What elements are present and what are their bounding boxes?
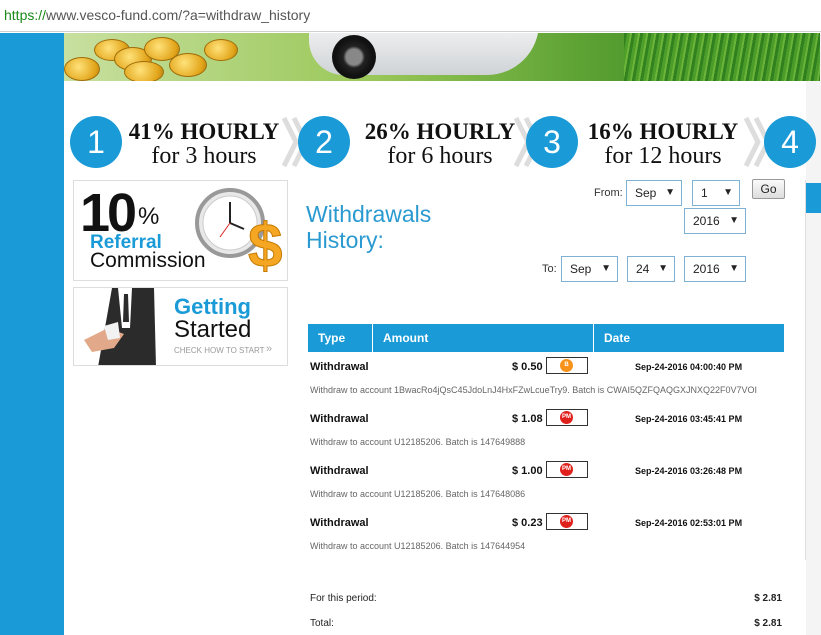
- period-total-label: For this period:: [310, 593, 377, 604]
- row-amount: $ 1.08: [512, 413, 543, 425]
- from-year-value: 2016: [693, 214, 720, 228]
- row-date: Sep-24-2016 03:26:48 PM: [635, 466, 743, 476]
- page-title: Withdrawals History:: [306, 201, 431, 253]
- row-type: Withdrawal: [310, 517, 369, 529]
- plan-period: for 6 hours: [387, 143, 493, 169]
- to-year-select[interactable]: 2016 ▼: [684, 256, 746, 282]
- to-month-select[interactable]: Sep ▼: [561, 256, 618, 282]
- from-label: From:: [594, 187, 623, 199]
- plan-period: for 12 hours: [604, 143, 722, 169]
- from-day-select[interactable]: 1 ▼: [692, 180, 740, 206]
- column-header-type: Type: [318, 331, 346, 345]
- dropdown-arrow-icon: ▼: [665, 187, 675, 198]
- header-banner: [64, 33, 820, 81]
- row-description: Withdraw to account U12185206. Batch is …: [310, 437, 526, 447]
- to-month-value: Sep: [570, 262, 592, 276]
- bitcoin-icon: B: [560, 359, 573, 372]
- plan-number-badge: 4: [764, 116, 816, 168]
- from-year-select[interactable]: 2016 ▼: [684, 208, 746, 234]
- url-path: www.vesco-fund.com/?a=withdraw_history: [46, 7, 311, 23]
- handshake-businessman-icon: [74, 288, 166, 365]
- row-type: Withdrawal: [310, 465, 369, 477]
- column-divider: [593, 324, 594, 352]
- page-title-line2: History:: [306, 227, 384, 253]
- left-blue-sidebar: [0, 33, 64, 635]
- car-wheel: [332, 35, 376, 79]
- investment-plans: 1 41% HOURLY for 3 hours 2 26% HOURLY fo…: [64, 108, 816, 172]
- dropdown-arrow-icon: ▼: [723, 187, 733, 198]
- plan-rate: 26% HOURLY: [364, 119, 516, 144]
- double-chevron-right-icon: »: [266, 343, 273, 355]
- plan-3: 16% HOURLY for 12 hours: [580, 119, 746, 169]
- payment-method-box: B: [546, 357, 588, 374]
- url-scheme: https://: [4, 7, 47, 23]
- plan-number-badge: 3: [526, 116, 578, 168]
- coin-icon: [64, 57, 100, 81]
- row-amount: $ 1.00: [512, 465, 543, 477]
- from-day-value: 1: [701, 186, 708, 200]
- perfectmoney-icon: PM: [560, 463, 573, 476]
- referral-commission-banner[interactable]: 10 % Referral Commission $: [73, 180, 288, 281]
- history-table-header: Type Amount Date: [308, 324, 784, 352]
- column-divider: [372, 324, 373, 352]
- period-total-row: For this period: $ 2.81: [310, 593, 782, 604]
- from-month-value: Sep: [635, 186, 657, 200]
- row-date: Sep-24-2016 02:53:01 PM: [635, 518, 743, 528]
- referral-percent-sign: %: [138, 203, 160, 230]
- page-title-line1: Withdrawals: [306, 201, 432, 227]
- period-total-value: $ 2.81: [754, 593, 782, 604]
- perfectmoney-icon: PM: [560, 515, 573, 528]
- row-amount: $ 0.23: [512, 517, 543, 529]
- row-date: Sep-24-2016 03:45:41 PM: [635, 414, 743, 424]
- started-word: Started: [174, 316, 252, 343]
- row-description: Withdraw to account U12185206. Batch is …: [310, 541, 526, 551]
- dropdown-arrow-icon: ▼: [601, 263, 611, 274]
- dropdown-arrow-icon: ▼: [729, 263, 739, 274]
- svg-text:$: $: [248, 212, 282, 277]
- grass-image: [624, 33, 820, 81]
- to-day-value: 24: [636, 262, 650, 276]
- dropdown-arrow-icon: ▼: [658, 263, 668, 274]
- grand-total-label: Total:: [310, 618, 334, 629]
- row-description: Withdraw to account U12185206. Batch is …: [310, 489, 526, 499]
- row-type: Withdrawal: [310, 413, 369, 425]
- browser-address-bar[interactable]: https://www.vesco-fund.com/?a=withdraw_h…: [0, 0, 821, 32]
- plan-rate: 16% HOURLY: [587, 119, 739, 144]
- check-how-to-start-text: CHECK HOW TO START: [174, 346, 265, 355]
- url-text[interactable]: https://www.vesco-fund.com/?a=withdraw_h…: [4, 7, 310, 23]
- row-date: Sep-24-2016 04:00:40 PM: [635, 362, 743, 372]
- coin-icon: [169, 53, 207, 77]
- clock-dollar-icon: $: [195, 188, 283, 277]
- coin-icon: [124, 61, 164, 81]
- from-month-select[interactable]: Sep ▼: [626, 180, 682, 206]
- plan-rate: 41% HOURLY: [128, 119, 280, 144]
- grand-total-row: Total: $ 2.81: [310, 618, 782, 629]
- coin-icon: [204, 39, 238, 61]
- right-sidebar-tab[interactable]: [806, 183, 821, 213]
- perfectmoney-icon: PM: [560, 411, 573, 424]
- plan-1: 41% HOURLY for 3 hours: [124, 119, 284, 169]
- payment-method-box: PM: [546, 409, 588, 426]
- payment-method-box: PM: [546, 461, 588, 478]
- plan-2: 26% HOURLY for 6 hours: [354, 119, 526, 169]
- to-year-value: 2016: [693, 262, 720, 276]
- payment-method-box: PM: [546, 513, 588, 530]
- row-description: Withdraw to account 1BwacRo4jQsC45JdoLnJ…: [310, 385, 757, 395]
- go-button[interactable]: Go: [752, 179, 785, 199]
- column-header-amount: Amount: [383, 331, 429, 345]
- dropdown-arrow-icon: ▼: [729, 215, 739, 226]
- row-type: Withdrawal: [310, 361, 369, 373]
- column-header-date: Date: [604, 331, 631, 345]
- getting-started-banner[interactable]: Getting Started CHECK HOW TO START »: [73, 287, 288, 366]
- plan-period: for 3 hours: [151, 143, 257, 169]
- content-divider: [805, 180, 806, 560]
- grand-total-value: $ 2.81: [754, 618, 782, 629]
- to-label: To:: [542, 263, 557, 275]
- to-day-select[interactable]: 24 ▼: [627, 256, 675, 282]
- plan-number-badge: 2: [298, 116, 350, 168]
- plan-number-badge: 1: [70, 116, 122, 168]
- referral-commission-word: Commission: [90, 249, 206, 272]
- row-amount: $ 0.50: [512, 361, 543, 373]
